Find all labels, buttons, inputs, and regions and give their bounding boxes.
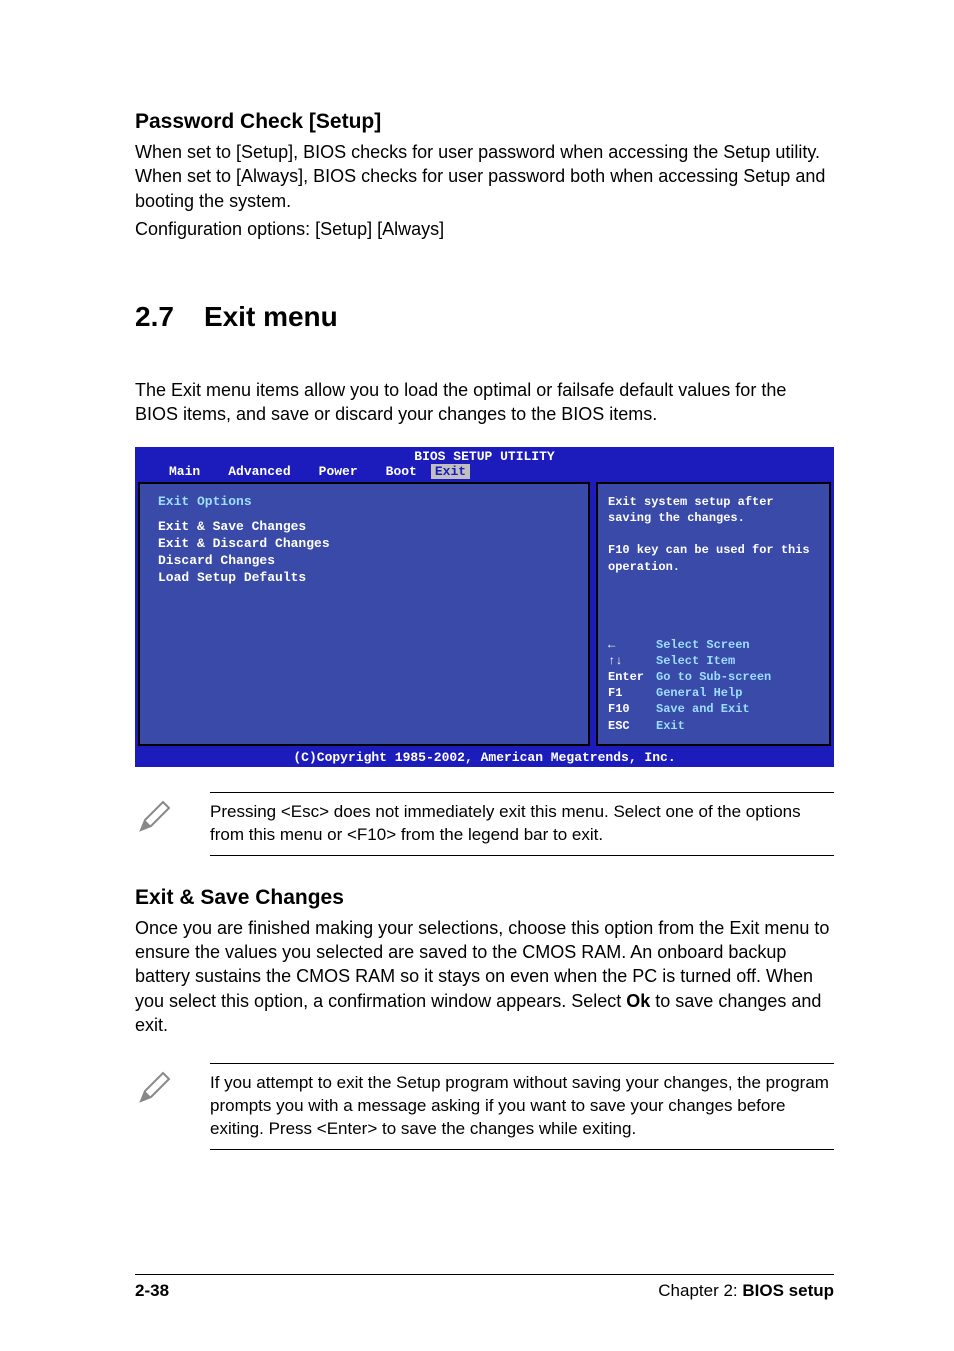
chapter-title: Exit menu	[204, 301, 338, 333]
exit-menu-intro: The Exit menu items allow you to load th…	[135, 378, 834, 427]
bios-tab-power: Power	[305, 464, 372, 479]
bios-tabs: Main Advanced Power Boot Exit	[135, 464, 834, 479]
key-esc-label: Exit	[656, 718, 685, 734]
bios-tab-advanced: Advanced	[214, 464, 304, 479]
key-left: ←	[608, 637, 656, 653]
bios-opt-defaults: Load Setup Defaults	[158, 570, 570, 585]
ok-label: Ok	[626, 991, 650, 1011]
bios-right-panel: Exit system setup after saving the chang…	[596, 482, 831, 746]
bios-exit-options-heading: Exit Options	[158, 494, 570, 509]
note-exit-unsaved: If you attempt to exit the Setup program…	[135, 1063, 834, 1150]
key-updown: ↑↓	[608, 653, 656, 669]
note-esc: Pressing <Esc> does not immediately exit…	[135, 792, 834, 856]
section-password-check-title: Password Check [Setup]	[135, 110, 834, 134]
key-f1: F1	[608, 685, 656, 701]
bios-opt-discard-exit: Exit & Discard Changes	[158, 536, 570, 551]
page-number: 2-38	[135, 1281, 169, 1301]
note-esc-text: Pressing <Esc> does not immediately exit…	[210, 792, 834, 856]
bios-opt-save: Exit & Save Changes	[158, 519, 570, 534]
pencil-icon	[135, 792, 180, 841]
key-f1-label: General Help	[656, 685, 742, 701]
bios-copyright: (C)Copyright 1985-2002, American Megatre…	[135, 749, 834, 767]
note-exit-unsaved-text: If you attempt to exit the Setup program…	[210, 1063, 834, 1150]
section-exit-save-title: Exit & Save Changes	[135, 886, 834, 910]
bios-tab-boot: Boot	[372, 464, 431, 479]
chapter-prefix: Chapter 2:	[658, 1281, 742, 1300]
key-f10-label: Save and Exit	[656, 701, 750, 717]
key-enter: Enter	[608, 669, 656, 685]
chapter-number: 2.7	[135, 301, 174, 333]
bios-key-legend: ←Select Screen ↑↓Select Item EnterGo to …	[608, 637, 819, 734]
pencil-icon	[135, 1063, 180, 1112]
page-footer: 2-38 Chapter 2: BIOS setup	[135, 1274, 834, 1301]
key-updown-label: Select Item	[656, 653, 735, 669]
bios-tab-main: Main	[155, 464, 214, 479]
key-esc: ESC	[608, 718, 656, 734]
section-exit-save-body: Once you are finished making your select…	[135, 916, 834, 1037]
key-f10: F10	[608, 701, 656, 717]
section-password-check-config: Configuration options: [Setup] [Always]	[135, 217, 834, 241]
chapter-label: Chapter 2: BIOS setup	[658, 1281, 834, 1301]
bios-help-text: Exit system setup after saving the chang…	[608, 494, 819, 575]
bios-opt-discard: Discard Changes	[158, 553, 570, 568]
chapter-name: BIOS setup	[742, 1281, 834, 1300]
bios-tab-exit: Exit	[431, 464, 470, 479]
key-left-label: Select Screen	[656, 637, 750, 653]
key-enter-label: Go to Sub-screen	[656, 669, 771, 685]
chapter-heading: 2.7 Exit menu	[135, 301, 834, 333]
bios-title: BIOS SETUP UTILITY	[135, 447, 834, 464]
bios-screenshot: BIOS SETUP UTILITY Main Advanced Power B…	[135, 447, 834, 767]
section-password-check-body: When set to [Setup], BIOS checks for use…	[135, 140, 834, 213]
bios-left-panel: Exit Options Exit & Save Changes Exit & …	[138, 482, 590, 746]
